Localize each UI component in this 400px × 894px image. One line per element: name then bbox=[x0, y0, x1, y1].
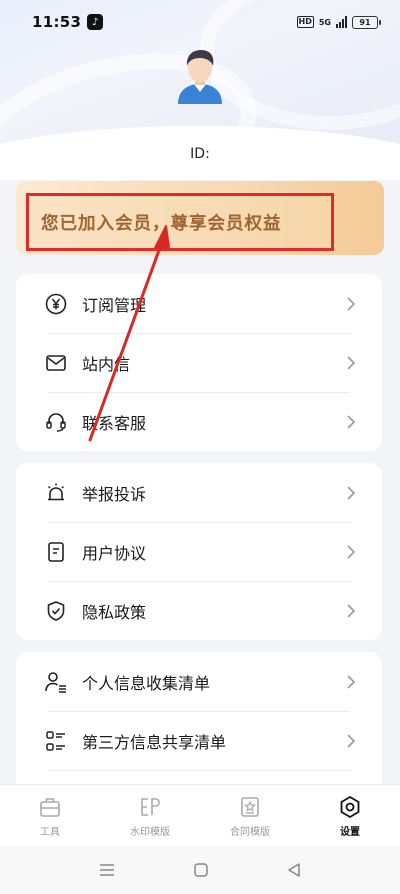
tab-label: 设置 bbox=[340, 826, 360, 838]
menu-card-info: 个人信息收集清单 第三方信息共享清单 bbox=[16, 652, 382, 784]
grid-list-icon bbox=[44, 729, 68, 753]
menu-item-label: 个人信息收集清单 bbox=[82, 673, 211, 693]
battery-icon: 91 bbox=[352, 15, 381, 29]
headset-icon bbox=[44, 410, 68, 434]
menu-item-subscription[interactable]: 订阅管理 bbox=[16, 274, 382, 333]
menu-item-label: 隐私政策 bbox=[82, 602, 147, 622]
signal-icon bbox=[336, 16, 347, 28]
mail-icon bbox=[44, 351, 68, 375]
status-time: 11:53 bbox=[32, 13, 82, 31]
yen-circle-icon bbox=[44, 292, 68, 316]
menu-item-privacy-policy[interactable]: 隐私政策 bbox=[16, 581, 382, 640]
menu-item-label: 订阅管理 bbox=[82, 295, 147, 315]
shield-check-icon bbox=[44, 599, 68, 623]
menu-item-third-party-list[interactable]: 第三方信息共享清单 bbox=[16, 711, 382, 770]
hd-voice-icon: HD bbox=[296, 16, 314, 28]
menu-item-inbox[interactable]: 站内信 bbox=[16, 333, 382, 392]
chevron-right-icon bbox=[347, 296, 356, 311]
chevron-right-icon bbox=[347, 544, 356, 559]
system-navigation-bar bbox=[0, 846, 400, 894]
menu-item-customer-service[interactable]: 联系客服 bbox=[16, 392, 382, 451]
chevron-right-icon bbox=[347, 733, 356, 748]
tab-label: 工具 bbox=[40, 826, 60, 838]
menu-card-account: 订阅管理 站内信 联系客服 bbox=[16, 274, 382, 451]
chevron-right-icon bbox=[347, 603, 356, 618]
toolbox-icon bbox=[37, 794, 63, 820]
chevron-right-icon bbox=[347, 355, 356, 370]
menu-item-label: 联系客服 bbox=[82, 413, 147, 433]
user-id: ID: bbox=[190, 146, 210, 162]
hexagon-gear-icon bbox=[337, 794, 363, 820]
tab-tools[interactable]: 工具 bbox=[0, 785, 100, 846]
home-icon[interactable] bbox=[193, 862, 209, 878]
member-status-text: 您已加入会员，尊享会员权益 bbox=[26, 193, 334, 251]
tab-label: 合同模版 bbox=[230, 826, 270, 838]
menu-item-personal-info-list[interactable]: 个人信息收集清单 bbox=[16, 652, 382, 711]
menu-item-label: 举报投诉 bbox=[82, 484, 147, 504]
contract-icon bbox=[237, 794, 263, 820]
document-icon bbox=[44, 540, 68, 564]
person-list-icon bbox=[44, 670, 68, 694]
network-type: 5G bbox=[318, 17, 331, 27]
menu-item-label: 第三方信息共享清单 bbox=[82, 732, 227, 752]
menu-card-legal: 举报投诉 用户协议 隐私政策 bbox=[16, 463, 382, 640]
menu-item-user-agreement[interactable]: 用户协议 bbox=[16, 522, 382, 581]
tab-watermark-templates[interactable]: 水印模版 bbox=[100, 785, 200, 846]
chevron-right-icon bbox=[347, 674, 356, 689]
watermark-icon bbox=[137, 794, 163, 820]
alarm-icon bbox=[44, 481, 68, 505]
menu-icon[interactable] bbox=[98, 863, 116, 877]
tiktok-notification-icon: ♪ bbox=[87, 14, 104, 30]
tab-settings[interactable]: 设置 bbox=[300, 785, 400, 846]
avatar[interactable] bbox=[174, 46, 226, 104]
menu-item-label: 用户协议 bbox=[82, 543, 147, 563]
status-bar: 11:53 ♪ HD 5G 91 bbox=[0, 0, 400, 44]
bottom-tab-bar: 工具 水印模版 合同模版 设置 bbox=[0, 784, 400, 846]
tab-contract-templates[interactable]: 合同模版 bbox=[200, 785, 300, 846]
chevron-right-icon bbox=[347, 414, 356, 429]
menu-item-label: 站内信 bbox=[82, 354, 131, 374]
chevron-right-icon bbox=[347, 485, 356, 500]
back-icon[interactable] bbox=[286, 862, 302, 878]
menu-item-report[interactable]: 举报投诉 bbox=[16, 463, 382, 522]
tab-label: 水印模版 bbox=[130, 826, 170, 838]
